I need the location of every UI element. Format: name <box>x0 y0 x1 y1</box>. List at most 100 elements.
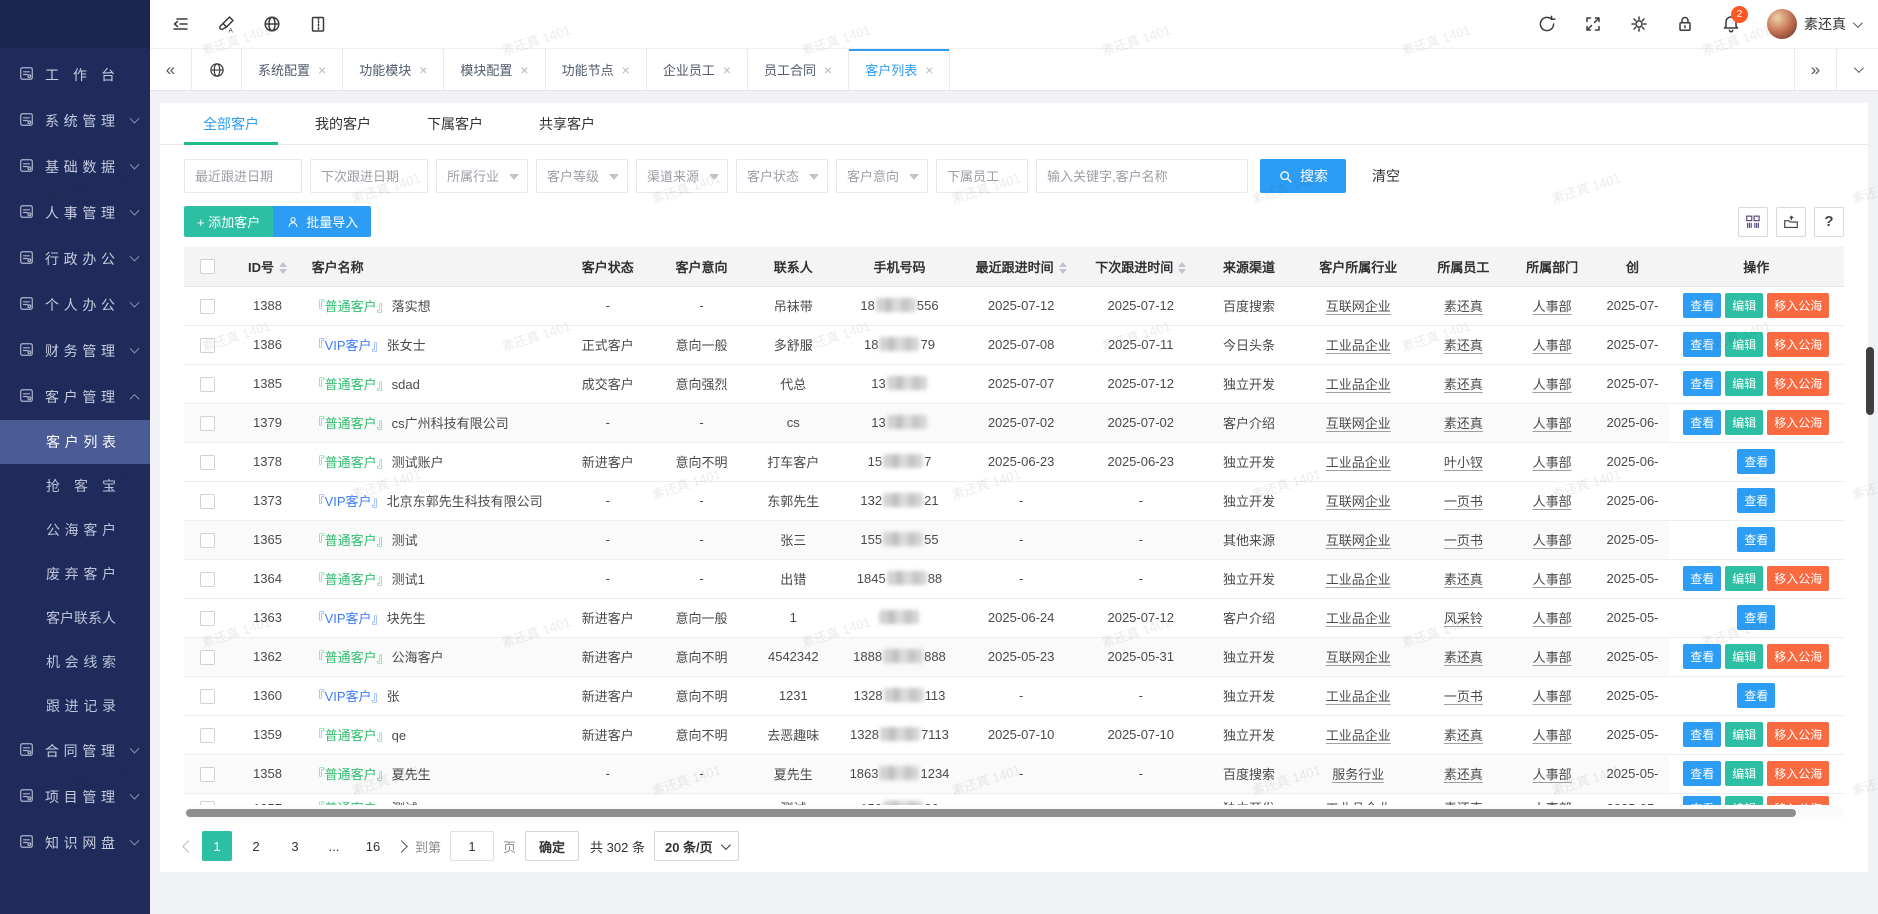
column-header[interactable]: 所属员工 <box>1419 247 1508 286</box>
row-checkbox[interactable] <box>200 801 215 805</box>
home-tab[interactable] <box>192 49 242 90</box>
column-header[interactable]: 客户名称 <box>304 247 562 286</box>
page-button[interactable]: 2 <box>241 831 271 861</box>
sidebar-item[interactable]: 跟进记录 <box>0 684 150 728</box>
row-action-button[interactable]: 查看 <box>1683 566 1721 591</box>
filter-input[interactable] <box>310 159 428 193</box>
sidebar-item[interactable]: 客户联系人 <box>0 596 150 640</box>
row-action-button[interactable]: 移入公海 <box>1767 566 1829 591</box>
row-action-button[interactable]: 移入公海 <box>1767 293 1829 318</box>
filter-input[interactable] <box>936 159 1028 193</box>
tabs-scroll-right-button[interactable]: » <box>1794 49 1836 90</box>
page-button[interactable]: 16 <box>358 831 388 861</box>
column-header[interactable]: 创 <box>1596 247 1668 286</box>
row-checkbox[interactable] <box>200 455 215 470</box>
sidebar-item[interactable]: 系统管理 <box>0 98 150 144</box>
goto-page-input[interactable] <box>450 831 494 861</box>
row-action-button[interactable]: 查看 <box>1737 449 1775 474</box>
column-header[interactable]: 下次跟进时间 <box>1081 247 1201 286</box>
column-header[interactable]: 所属部门 <box>1508 247 1597 286</box>
column-header[interactable]: 客户状态 <box>561 247 654 286</box>
next-page-icon[interactable] <box>395 840 408 853</box>
sidebar-item[interactable]: 机会线索 <box>0 640 150 684</box>
horizontal-scrollbar-thumb[interactable] <box>186 809 1796 817</box>
sidebar-item[interactable]: 废弃客户 <box>0 552 150 596</box>
filter-input[interactable] <box>1036 159 1248 193</box>
row-action-button[interactable]: 查看 <box>1737 683 1775 708</box>
sidebar-item[interactable]: 抢客宝 <box>0 464 150 508</box>
filter-input[interactable] <box>836 159 928 193</box>
row-checkbox[interactable] <box>200 728 215 743</box>
row-action-button[interactable]: 编辑 <box>1725 644 1763 669</box>
row-action-button[interactable]: 查看 <box>1683 761 1721 786</box>
row-action-button[interactable]: 编辑 <box>1725 293 1763 318</box>
tab-close-icon[interactable]: × <box>622 63 630 77</box>
tabs-scroll-left-button[interactable]: « <box>150 49 192 90</box>
tab-close-icon[interactable]: × <box>520 63 528 77</box>
row-action-button[interactable]: 查看 <box>1683 371 1721 396</box>
filter-input[interactable] <box>184 159 302 193</box>
page-button[interactable]: ... <box>319 831 349 861</box>
row-action-button[interactable]: 查看 <box>1737 527 1775 552</box>
row-action-button[interactable]: 移入公海 <box>1767 644 1829 669</box>
column-header[interactable]: 手机号码 <box>838 247 962 286</box>
sidebar-item[interactable]: 公海客户 <box>0 508 150 552</box>
sidebar-item[interactable]: 项目管理 <box>0 774 150 820</box>
row-checkbox[interactable] <box>200 689 215 704</box>
row-action-button[interactable]: 移入公海 <box>1767 722 1829 747</box>
tab[interactable]: 系统配置 × <box>242 49 343 90</box>
row-action-button[interactable]: 编辑 <box>1725 566 1763 591</box>
subtab[interactable]: 下属客户 <box>408 103 502 144</box>
row-checkbox[interactable] <box>200 416 215 431</box>
column-header[interactable]: 操作 <box>1669 247 1844 286</box>
column-header[interactable]: 客户所属行业 <box>1297 247 1419 286</box>
row-action-button[interactable]: 查看 <box>1683 293 1721 318</box>
goto-confirm-button[interactable]: 确定 <box>525 831 579 861</box>
filter-input[interactable] <box>636 159 728 193</box>
row-action-button[interactable]: 查看 <box>1737 488 1775 513</box>
sidebar-item[interactable]: 工作台 <box>0 52 150 98</box>
sidebar-item[interactable]: 行政办公 <box>0 236 150 282</box>
sidebar-item[interactable]: 基础数据 <box>0 144 150 190</box>
sidebar-item[interactable]: 人事管理 <box>0 190 150 236</box>
row-checkbox[interactable] <box>200 338 215 353</box>
tab[interactable]: 客户列表 × <box>849 49 950 90</box>
row-action-button[interactable]: 编辑 <box>1725 761 1763 786</box>
row-checkbox[interactable] <box>200 533 215 548</box>
filter-input[interactable] <box>536 159 628 193</box>
row-action-button[interactable]: 编辑 <box>1725 332 1763 357</box>
sidebar-item[interactable]: 个人办公 <box>0 282 150 328</box>
help-button[interactable]: ? <box>1814 207 1844 237</box>
tab-close-icon[interactable]: × <box>723 63 731 77</box>
tab-close-icon[interactable]: × <box>925 63 933 77</box>
prev-page-icon[interactable] <box>182 840 195 853</box>
row-action-button[interactable]: 查看 <box>1683 332 1721 357</box>
column-header[interactable]: 最近跟进时间 <box>961 247 1081 286</box>
filter-input[interactable] <box>436 159 528 193</box>
batch-import-button[interactable]: 批量导入 <box>273 206 371 237</box>
row-action-button[interactable]: 查看 <box>1683 410 1721 435</box>
row-action-button[interactable]: 查看 <box>1683 796 1721 806</box>
column-header[interactable]: 客户意向 <box>654 247 749 286</box>
lock-icon[interactable] <box>1675 14 1695 34</box>
language-globe-icon[interactable] <box>262 14 282 34</box>
refresh-icon[interactable] <box>1537 14 1557 34</box>
theme-brush-icon[interactable]: A <box>216 14 236 34</box>
tab[interactable]: 员工合同 × <box>748 49 849 90</box>
row-action-button[interactable]: 移入公海 <box>1767 332 1829 357</box>
row-checkbox[interactable] <box>200 299 215 314</box>
fullscreen-icon[interactable] <box>1583 14 1603 34</box>
row-checkbox[interactable] <box>200 572 215 587</box>
tab-close-icon[interactable]: × <box>318 63 326 77</box>
settings-gear-icon[interactable] <box>1629 14 1649 34</box>
add-customer-button[interactable]: + 添加客户 <box>184 206 273 237</box>
clear-filters-link[interactable]: 清空 <box>1372 166 1400 186</box>
tab[interactable]: 功能节点 × <box>546 49 647 90</box>
row-action-button[interactable]: 移入公海 <box>1767 761 1829 786</box>
page-button[interactable]: 3 <box>280 831 310 861</box>
sidebar-item[interactable]: 知识网盘 <box>0 820 150 866</box>
row-action-button[interactable]: 移入公海 <box>1767 410 1829 435</box>
filter-input[interactable] <box>736 159 828 193</box>
row-action-button[interactable]: 查看 <box>1683 644 1721 669</box>
row-action-button[interactable]: 查看 <box>1683 722 1721 747</box>
